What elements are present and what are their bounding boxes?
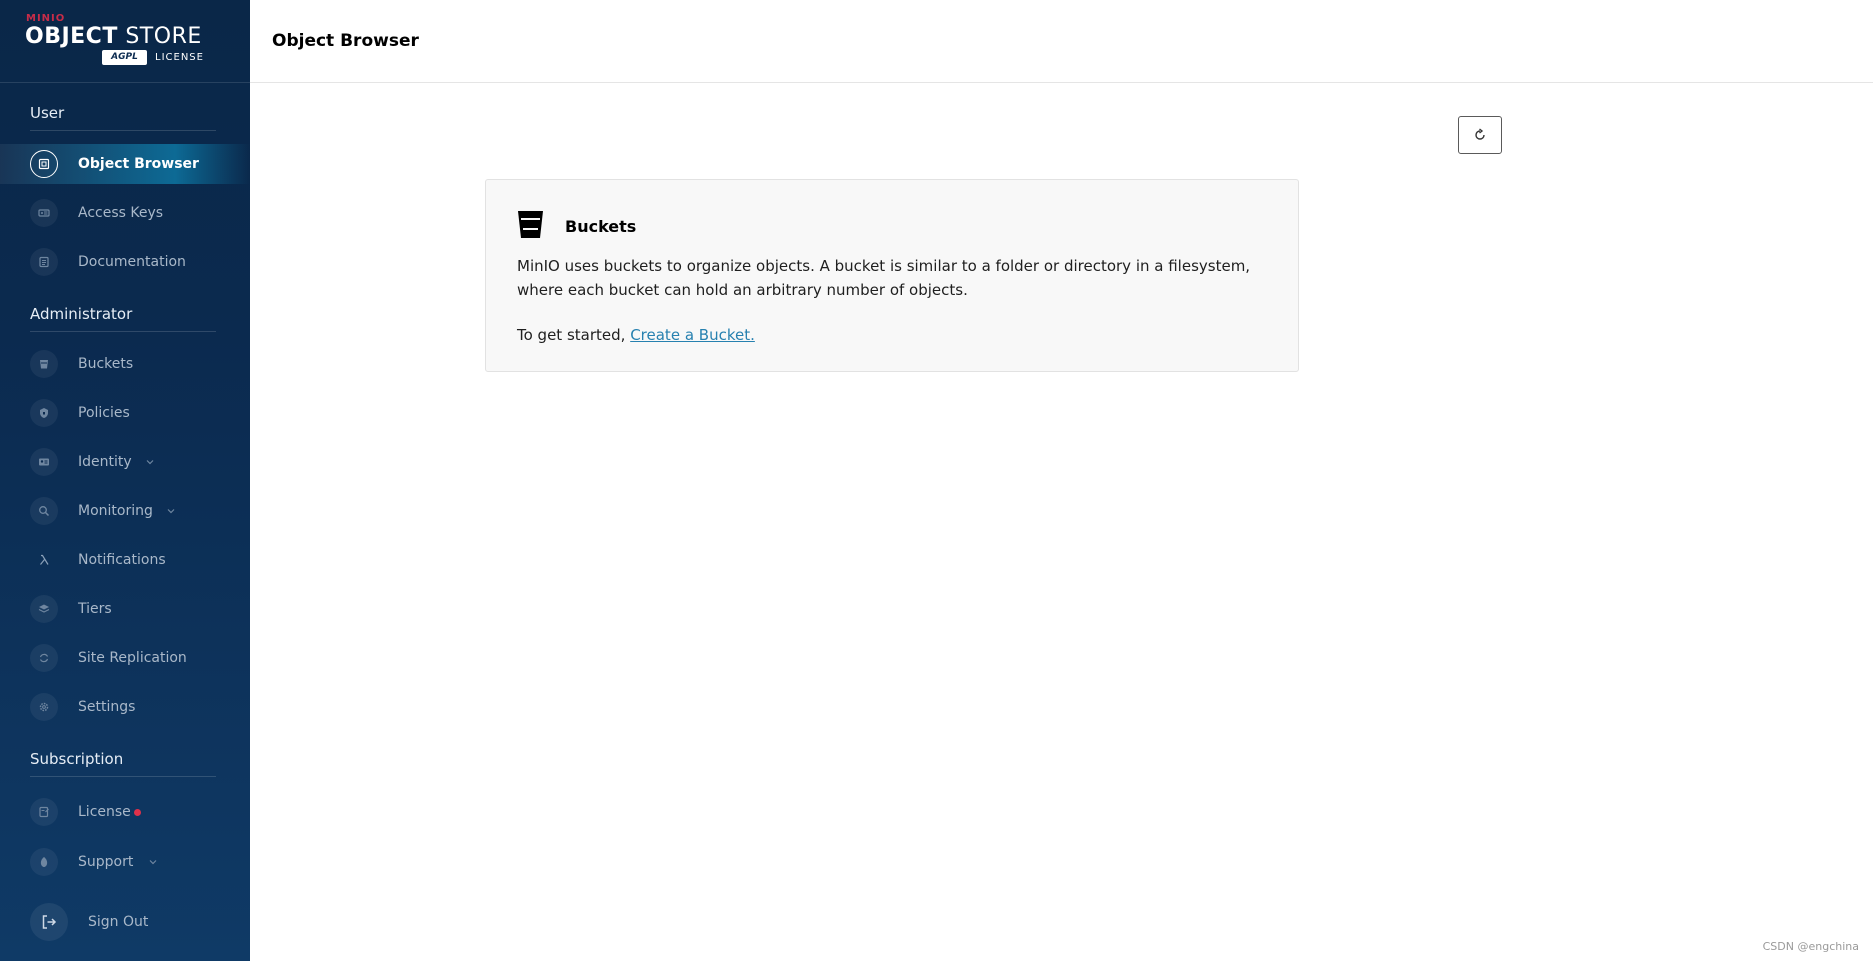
- object-browser-icon: [30, 150, 58, 178]
- sidebar-item-access-keys[interactable]: Access Keys: [0, 193, 250, 233]
- sidebar-item-label: Tiers: [78, 601, 112, 617]
- sidebar-item-monitoring[interactable]: Monitoring: [0, 491, 250, 531]
- sidebar-item-label: Monitoring: [78, 503, 153, 519]
- watermark: CSDN @engchina: [1762, 940, 1859, 953]
- sidebar-item-label: Site Replication: [78, 650, 187, 666]
- logo-license-text: LICENSE: [155, 52, 204, 63]
- sidebar: MINIO OBJECT STORE AGPL LICENSE User Obj…: [0, 0, 250, 961]
- lambda-icon: [30, 546, 58, 574]
- buckets-info-card: Buckets MinIO uses buckets to organize o…: [485, 179, 1299, 372]
- tiers-icon: [30, 595, 58, 623]
- section-title-subscription: Subscription: [30, 750, 124, 768]
- identity-icon: [30, 448, 58, 476]
- chevron-down-icon: [149, 860, 157, 865]
- sidebar-item-tiers[interactable]: Tiers: [0, 589, 250, 629]
- chevron-down-icon: [146, 460, 154, 465]
- create-bucket-link[interactable]: Create a Bucket.: [630, 326, 755, 344]
- documentation-icon: [30, 248, 58, 276]
- sidebar-item-notifications[interactable]: Notifications: [0, 540, 250, 580]
- agpl-badge: AGPL: [102, 50, 147, 65]
- sidebar-item-license[interactable]: License: [0, 792, 250, 832]
- replication-icon: [30, 644, 58, 672]
- monitoring-icon: [30, 497, 58, 525]
- section-title-administrator: Administrator: [30, 305, 133, 323]
- section-divider: [30, 776, 216, 777]
- sidebar-item-label: Settings: [78, 699, 136, 715]
- bucket-icon: [30, 350, 58, 378]
- logo-brand: MINIO: [26, 13, 66, 24]
- sidebar-item-site-replication[interactable]: Site Replication: [0, 638, 250, 678]
- sign-out-button[interactable]: Sign Out: [0, 902, 250, 942]
- key-icon: [30, 199, 58, 227]
- section-title-user: User: [30, 104, 65, 122]
- sidebar-item-buckets[interactable]: Buckets: [0, 344, 250, 384]
- license-icon: [30, 798, 58, 826]
- sidebar-item-settings[interactable]: Settings: [0, 687, 250, 727]
- policy-icon: [30, 399, 58, 427]
- logo-product: OBJECT STORE: [25, 24, 202, 49]
- page-header: Object Browser: [250, 0, 1873, 83]
- sign-out-label: Sign Out: [88, 914, 149, 930]
- sidebar-item-label: Documentation: [78, 254, 186, 270]
- sidebar-item-label: Object Browser: [78, 156, 199, 172]
- card-description: MinIO uses buckets to organize objects. …: [517, 257, 1251, 299]
- support-icon: [30, 848, 58, 876]
- refresh-button[interactable]: [1458, 116, 1502, 154]
- sidebar-item-label: Identity: [78, 454, 132, 470]
- sidebar-item-label: Buckets: [78, 356, 134, 372]
- gear-icon: [30, 693, 58, 721]
- section-divider: [30, 331, 216, 332]
- card-title: Buckets: [565, 217, 637, 236]
- sidebar-item-identity[interactable]: Identity: [0, 442, 250, 482]
- chevron-down-icon: [167, 509, 175, 514]
- card-get-started: To get started, Create a Bucket.: [517, 326, 755, 344]
- sign-out-icon: [30, 903, 68, 941]
- sidebar-item-label: Support: [78, 854, 134, 870]
- bucket-icon: [518, 211, 543, 238]
- get-started-text: To get started,: [517, 326, 626, 344]
- sidebar-item-label: Policies: [78, 405, 130, 421]
- sidebar-item-support[interactable]: Support: [0, 842, 250, 882]
- page-title: Object Browser: [272, 31, 419, 51]
- sidebar-item-label: License: [78, 804, 131, 820]
- logo[interactable]: MINIO OBJECT STORE AGPL LICENSE: [0, 0, 250, 83]
- sidebar-item-label: Access Keys: [78, 205, 164, 221]
- section-divider: [30, 130, 216, 131]
- sidebar-item-policies[interactable]: Policies: [0, 393, 250, 433]
- notification-dot: [134, 808, 141, 816]
- sidebar-item-documentation[interactable]: Documentation: [0, 242, 250, 282]
- sidebar-item-object-browser[interactable]: Object Browser: [0, 144, 250, 184]
- refresh-icon: [1475, 128, 1485, 140]
- sidebar-item-label: Notifications: [78, 552, 166, 568]
